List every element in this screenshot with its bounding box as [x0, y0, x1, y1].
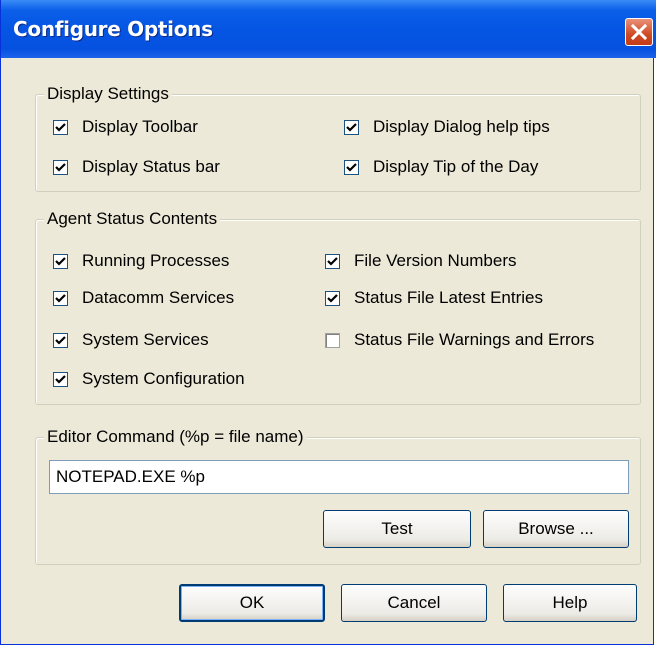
checkmark-icon [327, 256, 338, 266]
checkbox-checked[interactable] [325, 253, 340, 269]
checkbox-checked[interactable] [344, 119, 359, 135]
display-toolbar-checkbox[interactable]: Display Toolbar [53, 117, 198, 137]
ok-button[interactable]: OK [179, 584, 325, 622]
agent-status-legend: Agent Status Contents [44, 208, 221, 230]
checkbox-checked[interactable] [344, 159, 359, 175]
datacomm-services-checkbox[interactable]: Datacomm Services [53, 288, 234, 308]
checkbox-checked[interactable] [53, 119, 68, 135]
cancel-button[interactable]: Cancel [341, 584, 487, 622]
checkbox-label: Datacomm Services [82, 288, 235, 307]
checkmark-icon [55, 256, 66, 266]
status-file-latest-entries-checkbox[interactable]: Status File Latest Entries [325, 288, 543, 308]
checkbox-label: Running Processes [82, 251, 230, 270]
checkmark-icon [346, 162, 357, 172]
checkbox-label: File Version Numbers [354, 251, 517, 270]
editor-command-input[interactable]: NOTEPAD.EXE %p [49, 460, 629, 494]
editor-command-legend: Editor Command (%p = file name) [44, 426, 307, 448]
browse-button[interactable]: Browse ... [483, 510, 629, 548]
checkbox-label: System Configuration [82, 369, 245, 388]
running-processes-checkbox[interactable]: Running Processes [53, 251, 229, 271]
window-title: Configure Options [13, 17, 213, 41]
checkbox-label: Status File Latest Entries [354, 288, 543, 307]
configure-options-dialog: Configure Options Display Settings Displ… [0, 0, 656, 645]
display-status-bar-checkbox[interactable]: Display Status bar [53, 157, 220, 177]
checkmark-icon [55, 335, 66, 345]
help-button[interactable]: Help [503, 584, 637, 622]
system-configuration-checkbox[interactable]: System Configuration [53, 369, 245, 389]
close-icon [630, 23, 648, 41]
checkmark-icon [55, 162, 66, 172]
checkbox-checked[interactable] [53, 332, 68, 348]
checkbox-label: Display Status bar [82, 157, 220, 176]
checkmark-icon [346, 122, 357, 132]
checkbox-label: Display Tip of the Day [373, 157, 539, 176]
status-file-warnings-errors-checkbox[interactable]: Status File Warnings and Errors [325, 330, 594, 350]
title-bar[interactable]: Configure Options [1, 0, 656, 58]
system-services-checkbox[interactable]: System Services [53, 330, 209, 350]
close-button[interactable] [625, 18, 653, 46]
file-version-numbers-checkbox[interactable]: File Version Numbers [325, 251, 517, 271]
checkbox-checked[interactable] [325, 290, 340, 306]
checkbox-label: Display Dialog help tips [373, 117, 550, 136]
checkbox-label: Display Toolbar [82, 117, 198, 136]
checkbox-checked[interactable] [53, 159, 68, 175]
checkmark-icon [327, 293, 338, 303]
display-settings-legend: Display Settings [44, 83, 172, 105]
checkmark-icon [55, 374, 66, 384]
display-tip-of-the-day-checkbox[interactable]: Display Tip of the Day [344, 157, 538, 177]
display-settings-group: Display Settings [35, 83, 641, 192]
checkbox-checked[interactable] [53, 371, 68, 387]
checkbox-label: Status File Warnings and Errors [354, 330, 595, 349]
checkmark-icon [55, 122, 66, 132]
checkbox-checked[interactable] [53, 290, 68, 306]
checkbox-label: System Services [82, 330, 209, 349]
checkmark-icon [55, 293, 66, 303]
checkbox-unchecked[interactable] [325, 332, 340, 348]
display-dialog-help-tips-checkbox[interactable]: Display Dialog help tips [344, 117, 550, 137]
test-button[interactable]: Test [323, 510, 471, 548]
checkbox-checked[interactable] [53, 253, 68, 269]
